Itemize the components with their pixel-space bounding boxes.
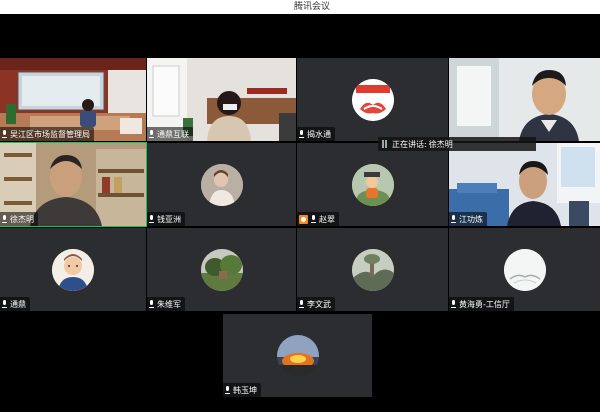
speaking-indicator: 正在讲话: 徐杰明 [378, 137, 536, 151]
participant-video [449, 58, 600, 141]
window-title: 腾讯会议 [293, 2, 330, 12]
video-tile[interactable]: 韩玉坤 [223, 314, 372, 397]
participant-avatar [351, 163, 394, 206]
avatar-image [200, 163, 243, 206]
participant-name-bar: 揭水通 [297, 127, 335, 141]
microphone-icon[interactable] [451, 215, 456, 223]
participant-name-bar: 韩玉坤 [223, 383, 261, 397]
avatar-image [276, 334, 319, 377]
audio-level-icon [382, 140, 388, 148]
avatar-image [52, 248, 94, 291]
participant-name: 赵翠 [319, 214, 335, 224]
video-tile[interactable]: 江功炼 [449, 143, 600, 226]
participant-avatar [503, 248, 546, 291]
participant-name: 钱亚洲 [157, 214, 181, 224]
microphone-icon[interactable] [149, 215, 154, 223]
participant-avatar [200, 248, 243, 291]
video-tile[interactable]: 揭水通 [297, 58, 448, 141]
microphone-icon[interactable] [311, 215, 316, 223]
participant-name-bar: 黄海勇-工信厅 [449, 297, 514, 311]
video-tile[interactable]: 黄海勇-工信厅 [449, 228, 600, 311]
microphone-icon[interactable] [225, 386, 230, 394]
video-tile[interactable] [449, 58, 600, 141]
participant-avatar [351, 78, 394, 121]
participant-name-bar: 李文武 [297, 297, 335, 311]
microphone-icon[interactable] [299, 130, 304, 138]
microphone-icon[interactable] [2, 130, 7, 138]
speaking-label: 正在讲话: [392, 139, 427, 149]
camera-off-icon[interactable] [299, 214, 308, 224]
avatar-image [351, 163, 394, 206]
participant-avatar [200, 163, 243, 206]
participant-name: 朱维军 [157, 299, 181, 309]
video-tile[interactable]: 朱维军 [147, 228, 296, 311]
participant-name-bar: 钱亚洲 [147, 212, 185, 226]
speaking-name: 徐杰明 [428, 139, 453, 149]
window-title-bar: 腾讯会议 [0, 0, 600, 14]
participant-name-bar: 通鼎 [0, 297, 30, 311]
participant-name-bar: 江功炼 [449, 212, 487, 226]
participant-name: 吴江区市场监督管理局 [10, 129, 90, 139]
participant-avatar [351, 248, 394, 291]
avatar-image [351, 248, 394, 291]
participant-name: 通鼎 [10, 299, 26, 309]
video-tile[interactable]: 通鼎互联 [147, 58, 296, 141]
handshake-avatar-image [351, 78, 394, 121]
participant-name-bar: 赵翠 [297, 212, 339, 226]
avatar-image [200, 248, 243, 291]
participant-name-bar: 通鼎互联 [147, 127, 193, 141]
participant-name: 揭水通 [307, 129, 331, 139]
video-tile[interactable]: 钱亚洲 [147, 143, 296, 226]
participant-name: 通鼎互联 [157, 129, 189, 139]
avatar-image [503, 248, 546, 291]
video-grid: 吴江区市场监督管理局 通鼎互联 揭水通 徐杰明 钱亚洲 赵翠 江功炼 通鼎 朱维… [0, 14, 600, 412]
participant-avatar [276, 334, 319, 377]
video-tile[interactable]: 李文武 [297, 228, 448, 311]
participant-name: 徐杰明 [10, 214, 34, 224]
participant-name-bar: 徐杰明 [0, 212, 38, 226]
microphone-icon[interactable] [149, 300, 154, 308]
microphone-icon[interactable] [299, 300, 304, 308]
microphone-icon[interactable] [149, 130, 154, 138]
participant-name-bar: 吴江区市场监督管理局 [0, 127, 94, 141]
participant-name: 李文武 [307, 299, 331, 309]
video-tile[interactable]: 通鼎 [0, 228, 146, 311]
video-tile[interactable]: 赵翠 [297, 143, 448, 226]
microphone-icon[interactable] [2, 215, 7, 223]
participant-name-bar: 朱维军 [147, 297, 185, 311]
participant-name: 黄海勇-工信厅 [459, 299, 510, 309]
participant-name: 江功炼 [459, 214, 483, 224]
participant-name: 韩玉坤 [233, 385, 257, 395]
video-tile-active-speaker[interactable]: 徐杰明 [0, 142, 147, 227]
microphone-icon[interactable] [451, 300, 456, 308]
participant-avatar [52, 248, 94, 291]
microphone-icon[interactable] [2, 300, 7, 308]
video-tile[interactable]: 吴江区市场监督管理局 [0, 58, 146, 141]
